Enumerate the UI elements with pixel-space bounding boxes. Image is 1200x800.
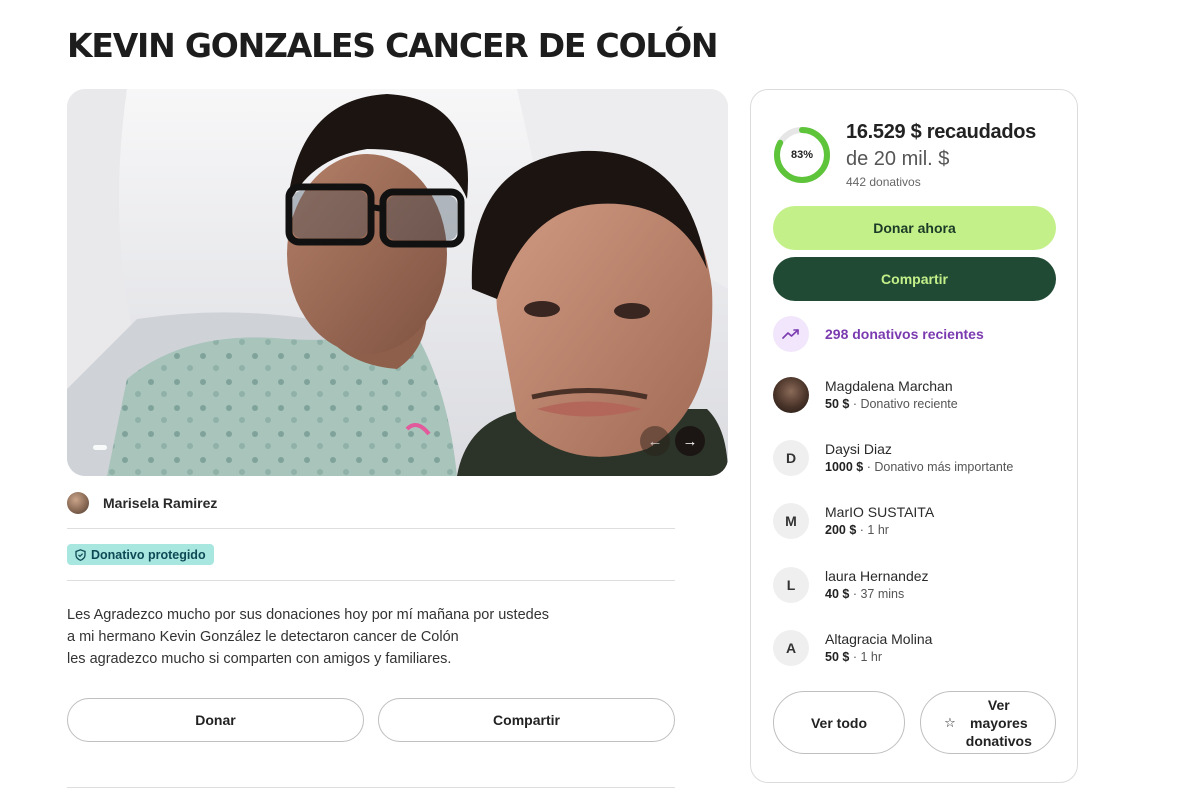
list-item: M MarIO SUSTAITA 200 $ · 1 hr	[773, 502, 934, 540]
campaign-photo-illustration	[67, 89, 728, 476]
donor-meta: 200 $ · 1 hr	[825, 521, 934, 539]
donor-name: Altagracia Molina	[825, 631, 933, 647]
list-item: A Altagracia Molina 50 $ · 1 hr	[773, 629, 932, 667]
top-donations-label: Ver mayores donativos	[966, 696, 1032, 750]
avatar	[67, 492, 89, 514]
donor-name: Daysi Diaz	[825, 441, 892, 457]
top-donations-label-line: donativos	[965, 732, 1032, 749]
description-line: les agradezco mucho si comparten con ami…	[67, 651, 452, 667]
avatar: D	[773, 440, 809, 476]
goal-amount: de 20 mil. $	[846, 148, 950, 170]
top-donations-label-line: Ver	[987, 696, 1010, 713]
badge-label: Donativo protegido	[91, 547, 206, 562]
organizer: Marisela Ramirez	[67, 491, 217, 515]
donor-detail: · Donativo reciente	[849, 397, 958, 411]
recent-donations-label: 298 donativos recientes	[825, 326, 984, 342]
status-badge: Donativo protegido	[67, 544, 214, 565]
donate-button[interactable]: Donar	[67, 698, 364, 742]
recent-donations-link[interactable]: 298 donativos recientes	[773, 316, 984, 352]
donor-amount: 50 $	[825, 397, 850, 411]
description-line: Les Agradezco mucho por sus donaciones h…	[67, 607, 550, 623]
trending-up-icon	[773, 316, 809, 352]
donor-detail: · 1 hr	[849, 650, 882, 664]
campaign-photo[interactable]: ← →	[67, 89, 728, 476]
donor-detail: · Donativo más importante	[863, 460, 1014, 474]
donor-amount: 50 $	[825, 650, 850, 664]
description-line: a mi hermano Kevin González le detectaro…	[67, 629, 459, 645]
donor-meta: 1000 $ · Donativo más importante	[825, 458, 1013, 476]
donation-count: 442 donativos	[846, 175, 921, 189]
divider	[67, 787, 675, 788]
donor-meta: 50 $ · Donativo reciente	[825, 395, 958, 413]
donate-now-button[interactable]: Donar ahora	[773, 206, 1056, 250]
campaign-description: Les Agradezco mucho por sus donaciones h…	[67, 604, 677, 670]
avatar	[773, 377, 809, 413]
donor-name: Magdalena Marchan	[825, 378, 953, 394]
amount-raised: 16.529 $ recaudados	[846, 121, 1036, 143]
list-item: L laura Hernandez 40 $ · 37 mins	[773, 566, 929, 604]
donor-meta: 50 $ · 1 hr	[825, 648, 932, 666]
list-item: Magdalena Marchan 50 $ · Donativo recien…	[773, 376, 958, 414]
donor-name: MarIO SUSTAITA	[825, 504, 935, 520]
divider	[67, 528, 675, 529]
donor-name: laura Hernandez	[825, 568, 929, 584]
donor-detail: · 1 hr	[856, 523, 889, 537]
share-button[interactable]: Compartir	[378, 698, 675, 742]
donor-amount: 40 $	[825, 587, 850, 601]
see-all-button[interactable]: Ver todo	[773, 691, 905, 754]
shield-icon	[75, 548, 86, 561]
donor-detail: · 37 mins	[849, 587, 905, 601]
campaign-title: KEVIN GONZALES CANCER DE COLÓN	[67, 26, 719, 65]
progress-percent: 83%	[790, 149, 814, 161]
avatar: A	[773, 630, 809, 666]
donor-amount: 1000 $	[825, 460, 864, 474]
top-donations-label-line: mayores	[970, 714, 1028, 731]
arrow-right-icon[interactable]: →	[675, 426, 705, 456]
donor-amount: 200 $	[825, 523, 857, 537]
arrow-left-icon[interactable]: ←	[640, 426, 670, 456]
avatar: L	[773, 567, 809, 603]
avatar: M	[773, 503, 809, 539]
carousel-indicator[interactable]	[93, 445, 107, 450]
star-icon: ☆	[944, 714, 956, 730]
donation-card: 83% 16.529 $ recaudados de 20 mil. $ 442…	[750, 89, 1078, 783]
donor-meta: 40 $ · 37 mins	[825, 585, 929, 603]
top-donations-button[interactable]: ☆ Ver mayores donativos	[920, 691, 1056, 754]
divider	[67, 580, 675, 581]
list-item: D Daysi Diaz 1000 $ · Donativo más impor…	[773, 439, 1013, 477]
organizer-name: Marisela Ramirez	[103, 495, 218, 511]
share-button[interactable]: Compartir	[773, 257, 1056, 301]
